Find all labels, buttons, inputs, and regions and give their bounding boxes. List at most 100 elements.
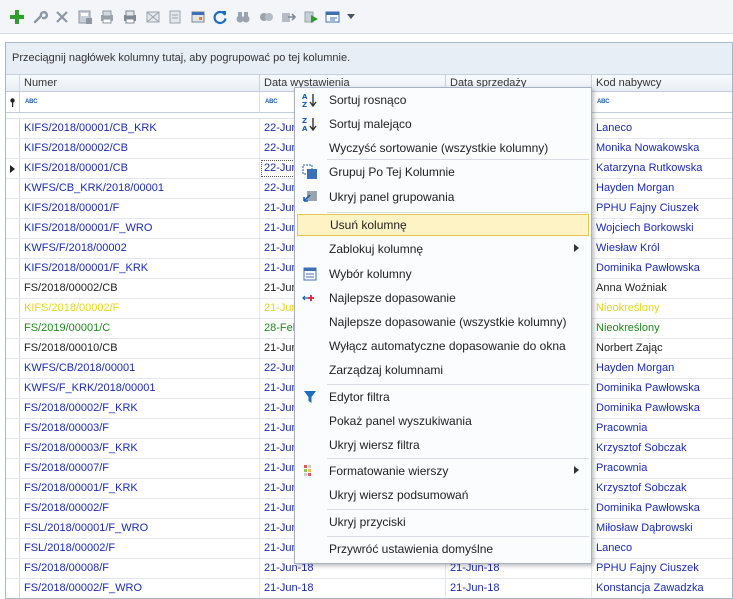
cell-kod-nabywcy[interactable]: Monika Nowakowska: [592, 139, 732, 158]
menu-item-przywroc-ustawienia-domyslne[interactable]: Przywróć ustawienia domyślne: [297, 538, 589, 560]
cell-kod-nabywcy[interactable]: PPHU Fajny Ciuszek: [592, 559, 732, 578]
cell-kod-nabywcy[interactable]: Nieokreślony: [592, 299, 732, 318]
filter-icon[interactable]: [255, 6, 277, 28]
cell-numer[interactable]: FS/2018/00010/CB: [20, 339, 260, 358]
filter-cell-numer[interactable]: ABC: [20, 92, 260, 112]
row-indicator: [6, 279, 20, 298]
cell-kod-nabywcy[interactable]: Krzysztof Sobczak: [592, 479, 732, 498]
cell-numer[interactable]: FS/2018/00003/F: [20, 419, 260, 438]
cell-kod-nabywcy[interactable]: Krzysztof Sobczak: [592, 439, 732, 458]
filter-cell-kod-nabywcy[interactable]: ABC: [592, 92, 732, 112]
submenu-arrow-icon: [574, 244, 579, 252]
menu-item-edytor-filtra[interactable]: Edytor filtra: [297, 386, 589, 408]
menu-item-pokaz-panel-wyszukiwania[interactable]: Pokaż panel wyszukiwania: [297, 410, 589, 432]
cell-numer[interactable]: KIFS/2018/00001/CB_KRK: [20, 119, 260, 138]
add-icon[interactable]: [6, 6, 28, 28]
menu-separator: [327, 384, 589, 385]
play-icon[interactable]: [300, 6, 322, 28]
table-row[interactable]: FS/2018/00002/F_WRO 21-Jun-18 21-Jun-18 Kon…: [6, 579, 732, 598]
menu-item-sortuj-rosnaco[interactable]: A Z Sortuj rosnąco: [297, 89, 589, 111]
column-header-numer[interactable]: Numer: [20, 75, 260, 92]
cell-numer[interactable]: KWFS/CB_KRK/2018/00001: [20, 179, 260, 198]
cell-data-wystawienia[interactable]: 21-Jun-18: [260, 579, 446, 598]
cell-kod-nabywcy[interactable]: Anna Woźniak: [592, 279, 732, 298]
column-header-kod-nabywcy[interactable]: Kod nabywcy: [592, 75, 732, 92]
menu-item-ukryj-wiersz-filtra[interactable]: Ukryj wiersz filtra: [297, 434, 589, 456]
cell-numer[interactable]: KIFS/2018/00002/F: [20, 299, 260, 318]
export-icon[interactable]: [277, 6, 299, 28]
menu-item-zablokuj-kolumne[interactable]: Zablokuj kolumnę: [297, 238, 589, 260]
cell-numer[interactable]: KIFS/2018/00001/CB: [20, 159, 260, 178]
print-preview-icon[interactable]: [96, 6, 118, 28]
view-icon[interactable]: [322, 6, 344, 28]
cell-numer[interactable]: KWFS/F/2018/00002: [20, 239, 260, 258]
menu-item-ukryj-wiersz-podsumowan[interactable]: Ukryj wiersz podsumowań: [297, 484, 589, 506]
cell-numer[interactable]: FS/2018/00001/F_KRK: [20, 479, 260, 498]
menu-item-najlepsze-dopasowanie-wszystkie-kolumny[interactable]: Najlepsze dopasowanie (wszystkie kolumny…: [297, 311, 589, 333]
refresh-icon[interactable]: [209, 6, 231, 28]
cell-numer[interactable]: FSL/2018/00002/F: [20, 539, 260, 558]
cell-kod-nabywcy[interactable]: Dominika Pawłowska: [592, 379, 732, 398]
cell-kod-nabywcy[interactable]: Nieokreślony: [592, 319, 732, 338]
cell-numer[interactable]: KWFS/CB/2018/00001: [20, 359, 260, 378]
envelope-icon[interactable]: [142, 6, 164, 28]
cell-numer[interactable]: KIFS/2018/00001/F_WRO: [20, 219, 260, 238]
cell-data-sprzedazy[interactable]: 21-Jun-18: [446, 579, 592, 598]
cell-kod-nabywcy[interactable]: Katarzyna Rutkowska: [592, 159, 732, 178]
menu-item-wybor-kolumny[interactable]: Wybór kolumny: [297, 263, 589, 285]
cell-kod-nabywcy[interactable]: Miłosław Dąbrowski: [592, 519, 732, 538]
menu-item-wylacz-automatyczne-dopasowanie-do-okna[interactable]: Wyłącz automatyczne dopasowanie do okna: [297, 335, 589, 357]
group-panel[interactable]: Przeciągnij nagłówek kolumny tutaj, aby …: [6, 43, 732, 75]
menu-item-wyczysc-sortowanie-wszystkie-kolumny[interactable]: Wyczyść sortowanie (wszystkie kolumny): [297, 137, 589, 159]
cell-numer[interactable]: KIFS/2018/00001/F_KRK: [20, 259, 260, 278]
cell-kod-nabywcy[interactable]: PPHU Fajny Ciuszek: [592, 199, 732, 218]
menu-item-label: Formatowanie wierszy: [329, 464, 449, 478]
toolbar: [0, 0, 733, 34]
row-indicator: [6, 399, 20, 418]
cell-kod-nabywcy[interactable]: Laneco: [592, 119, 732, 138]
cell-numer[interactable]: KWFS/F_KRK/2018/00001: [20, 379, 260, 398]
cell-numer[interactable]: KIFS/2018/00001/F: [20, 199, 260, 218]
row-indicator: [6, 459, 20, 478]
document-icon[interactable]: [164, 6, 186, 28]
cell-kod-nabywcy[interactable]: Pracownia: [592, 459, 732, 478]
cell-numer[interactable]: FS/2018/00002/F: [20, 499, 260, 518]
cell-kod-nabywcy[interactable]: Hayden Morgan: [592, 179, 732, 198]
wrench-icon[interactable]: [29, 6, 51, 28]
cell-kod-nabywcy[interactable]: Norbert Zając: [592, 339, 732, 358]
chevron-down-icon[interactable]: [345, 6, 357, 28]
delete-icon[interactable]: [51, 6, 73, 28]
cell-kod-nabywcy[interactable]: Wojciech Borkowski: [592, 219, 732, 238]
card-icon[interactable]: [187, 6, 209, 28]
cell-kod-nabywcy[interactable]: Dominika Pawłowska: [592, 499, 732, 518]
cell-kod-nabywcy[interactable]: Wiesław Król: [592, 239, 732, 258]
cell-numer[interactable]: FS/2018/00002/CB: [20, 279, 260, 298]
abc-filter-icon: ABC: [25, 98, 38, 105]
print-icon[interactable]: [119, 6, 141, 28]
cell-kod-nabywcy[interactable]: Dominika Pawłowska: [592, 259, 732, 278]
menu-item-sortuj-malejaco[interactable]: Z A Sortuj malejąco: [297, 113, 589, 135]
cell-numer[interactable]: FS/2018/00007/F: [20, 459, 260, 478]
cell-numer[interactable]: FSL/2018/00001/F_WRO: [20, 519, 260, 538]
cell-numer[interactable]: FS/2019/00001/C: [20, 319, 260, 338]
menu-item-zarzadzaj-kolumnami[interactable]: Zarządzaj kolumnami: [297, 359, 589, 381]
menu-item-najlepsze-dopasowanie[interactable]: Najlepsze dopasowanie: [297, 287, 589, 309]
cell-kod-nabywcy[interactable]: Hayden Morgan: [592, 359, 732, 378]
binoculars-icon[interactable]: [232, 6, 254, 28]
cell-kod-nabywcy[interactable]: Dominika Pawłowska: [592, 399, 732, 418]
cell-kod-nabywcy[interactable]: Pracownia: [592, 419, 732, 438]
menu-item-formatowanie-wierszy[interactable]: Formatowanie wierszy: [297, 460, 589, 482]
cell-numer[interactable]: FS/2018/00002/F_WRO: [20, 579, 260, 598]
cell-numer[interactable]: FS/2018/00003/F_KRK: [20, 439, 260, 458]
menu-icon-slot: [297, 359, 323, 381]
menu-item-usun-kolumne[interactable]: Usuń kolumnę: [297, 214, 589, 236]
menu-item-grupuj-po-tej-kolumnie[interactable]: Grupuj Po Tej Kolumnie: [297, 161, 589, 183]
menu-item-ukryj-przyciski[interactable]: Ukryj przyciski: [297, 511, 589, 533]
menu-item-ukryj-panel-grupowania[interactable]: Ukryj panel grupowania: [297, 186, 589, 208]
cell-numer[interactable]: KIFS/2018/00002/CB: [20, 139, 260, 158]
cell-kod-nabywcy[interactable]: Konstancja Zawadzka: [592, 579, 732, 598]
cell-numer[interactable]: FS/2018/00002/F_KRK: [20, 399, 260, 418]
cell-numer[interactable]: FS/2018/00008/F: [20, 559, 260, 578]
calculator-icon[interactable]: [74, 6, 96, 28]
cell-kod-nabywcy[interactable]: Laneco: [592, 539, 732, 558]
